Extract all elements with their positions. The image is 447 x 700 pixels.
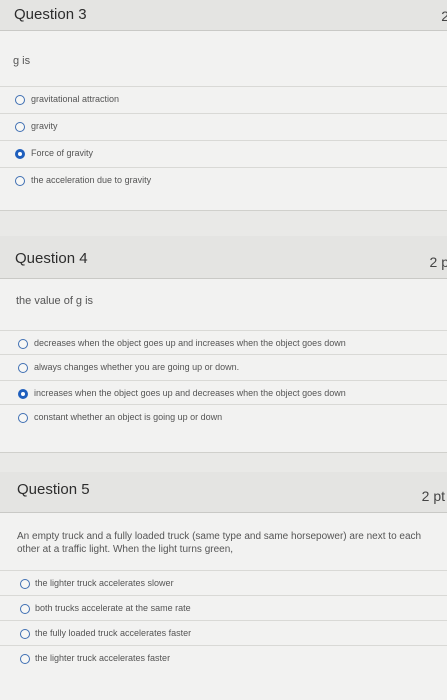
answer-option[interactable]: the fully loaded truck accelerates faste… <box>0 620 447 647</box>
question-prompt: g is <box>13 55 31 67</box>
question-title: Question 3 <box>14 6 87 23</box>
answer-label: the fully loaded truck accelerates faste… <box>35 628 192 638</box>
divider <box>0 452 447 453</box>
answer-option[interactable]: increases when the object goes up and de… <box>0 380 447 407</box>
question-4-card: Question 4 2 p the value of g is decreas… <box>0 236 447 452</box>
answer-option[interactable]: both trucks accelerate at the same rate <box>0 595 447 622</box>
answer-option[interactable]: Force of gravity <box>0 140 447 167</box>
answer-label: both trucks accelerate at the same rate <box>35 603 191 613</box>
radio-button[interactable] <box>18 363 28 373</box>
radio-button[interactable] <box>18 339 28 349</box>
question-5-card: Question 5 2 pt An empty truck and a ful… <box>0 472 447 700</box>
answer-label: always changes whether you are going up … <box>34 362 240 372</box>
answer-label: decreases when the object goes up and in… <box>34 338 346 348</box>
answer-label: gravity <box>31 121 58 131</box>
points-label: 2 pt <box>421 488 445 504</box>
answer-option[interactable]: constant whether an object is going up o… <box>0 404 447 431</box>
radio-button-selected[interactable] <box>18 389 28 399</box>
radio-button[interactable] <box>20 654 30 664</box>
answer-label: increases when the object goes up and de… <box>34 388 346 398</box>
answer-option[interactable]: the lighter truck accelerates slower <box>0 570 447 597</box>
question-title: Question 5 <box>17 481 90 498</box>
question-prompt: An empty truck and a fully loaded truck … <box>17 531 422 555</box>
radio-button[interactable] <box>15 122 25 132</box>
answer-option[interactable]: decreases when the object goes up and in… <box>0 330 447 357</box>
radio-button[interactable] <box>20 604 30 614</box>
points-label: 2 p <box>429 254 447 270</box>
answer-option[interactable]: the lighter truck accelerates faster <box>0 645 447 672</box>
answer-option[interactable]: gravity <box>0 113 447 140</box>
radio-button[interactable] <box>20 629 30 639</box>
answer-option[interactable]: always changes whether you are going up … <box>0 354 447 381</box>
radio-button-selected[interactable] <box>15 149 25 159</box>
points-label: 2 <box>441 8 447 24</box>
answer-label: the lighter truck accelerates slower <box>35 578 174 588</box>
radio-button[interactable] <box>20 579 30 589</box>
answer-label: Force of gravity <box>31 148 94 158</box>
question-3-card: Question 3 2 g is gravitational attracti… <box>0 0 447 210</box>
answer-option[interactable]: the acceleration due to gravity <box>0 167 447 194</box>
question-5-header: Question 5 2 pt <box>0 472 447 513</box>
radio-button[interactable] <box>18 413 28 423</box>
divider <box>0 210 447 211</box>
question-4-header: Question 4 2 p <box>0 236 447 279</box>
answer-option[interactable]: gravitational attraction <box>0 86 447 113</box>
radio-button[interactable] <box>15 176 25 186</box>
question-prompt: the value of g is <box>16 295 94 307</box>
answer-label: the lighter truck accelerates faster <box>35 653 171 663</box>
radio-button[interactable] <box>15 95 25 105</box>
question-title: Question 4 <box>15 250 88 267</box>
answer-label: gravitational attraction <box>31 94 120 104</box>
answer-label: the acceleration due to gravity <box>31 175 152 185</box>
answer-label: constant whether an object is going up o… <box>34 412 223 422</box>
question-3-header: Question 3 2 <box>0 0 447 31</box>
